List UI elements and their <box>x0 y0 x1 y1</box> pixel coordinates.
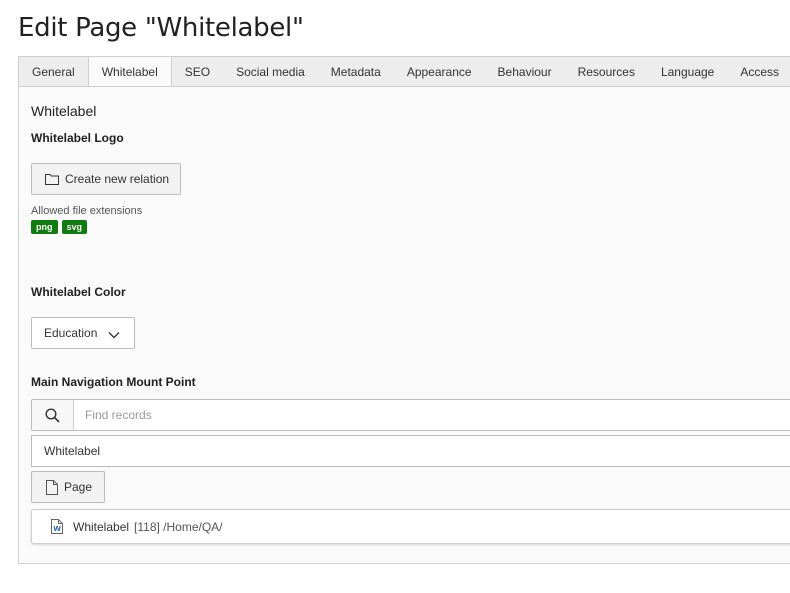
selected-record-row[interactable]: W Whitelabel [118] /Home/QA/ <box>31 509 790 544</box>
search-icon[interactable] <box>32 400 74 430</box>
page-icon <box>46 479 58 495</box>
tab-metadata[interactable]: Metadata <box>318 57 394 86</box>
tab-bar: General Whitelabel SEO Social media Metadata… <box>18 56 790 87</box>
tab-social-media[interactable]: Social media <box>223 57 318 86</box>
create-new-relation-label: Create new relation <box>65 172 170 186</box>
search-input[interactable] <box>74 400 790 430</box>
mount-point-field[interactable]: Whitelabel <box>31 435 790 467</box>
page-document-icon: W <box>51 519 63 534</box>
record-meta: [118] /Home/QA/ <box>134 519 223 534</box>
svg-text:W: W <box>53 525 61 533</box>
extension-badge-svg: svg <box>61 220 88 234</box>
tab-whitelabel[interactable]: Whitelabel <box>87 57 172 86</box>
record-title: Whitelabel <box>73 519 130 534</box>
record-search <box>31 399 790 431</box>
whitelabel-logo-label: Whitelabel Logo <box>31 131 124 145</box>
tab-language[interactable]: Language <box>648 57 727 86</box>
tab-appearance[interactable]: Appearance <box>394 57 485 86</box>
tab-behaviour[interactable]: Behaviour <box>485 57 565 86</box>
tab-resources[interactable]: Resources <box>565 57 648 86</box>
tab-access[interactable]: Access <box>727 57 790 86</box>
create-new-relation-button[interactable]: Create new relation <box>31 163 181 195</box>
mount-point-label: Main Navigation Mount Point <box>31 375 196 389</box>
extension-badges: png svg <box>31 220 88 234</box>
page-button-label: Page <box>64 480 93 494</box>
tab-seo[interactable]: SEO <box>172 57 223 86</box>
allowed-extensions-label: Allowed file extensions <box>31 205 143 217</box>
whitelabel-color-label: Whitelabel Color <box>31 285 126 299</box>
folder-icon <box>45 173 59 185</box>
page-title: Edit Page "Whitelabel" <box>18 13 304 43</box>
tab-panel-whitelabel: Whitelabel Whitelabel Logo Create new re… <box>18 87 790 564</box>
whitelabel-color-select[interactable]: Education <box>31 317 135 349</box>
whitelabel-color-value: Education <box>44 326 98 340</box>
section-title: Whitelabel <box>31 103 97 119</box>
tab-general[interactable]: General <box>19 57 88 86</box>
page-button[interactable]: Page <box>31 471 105 503</box>
extension-badge-png: png <box>31 220 58 234</box>
chevron-down-icon <box>108 328 120 342</box>
